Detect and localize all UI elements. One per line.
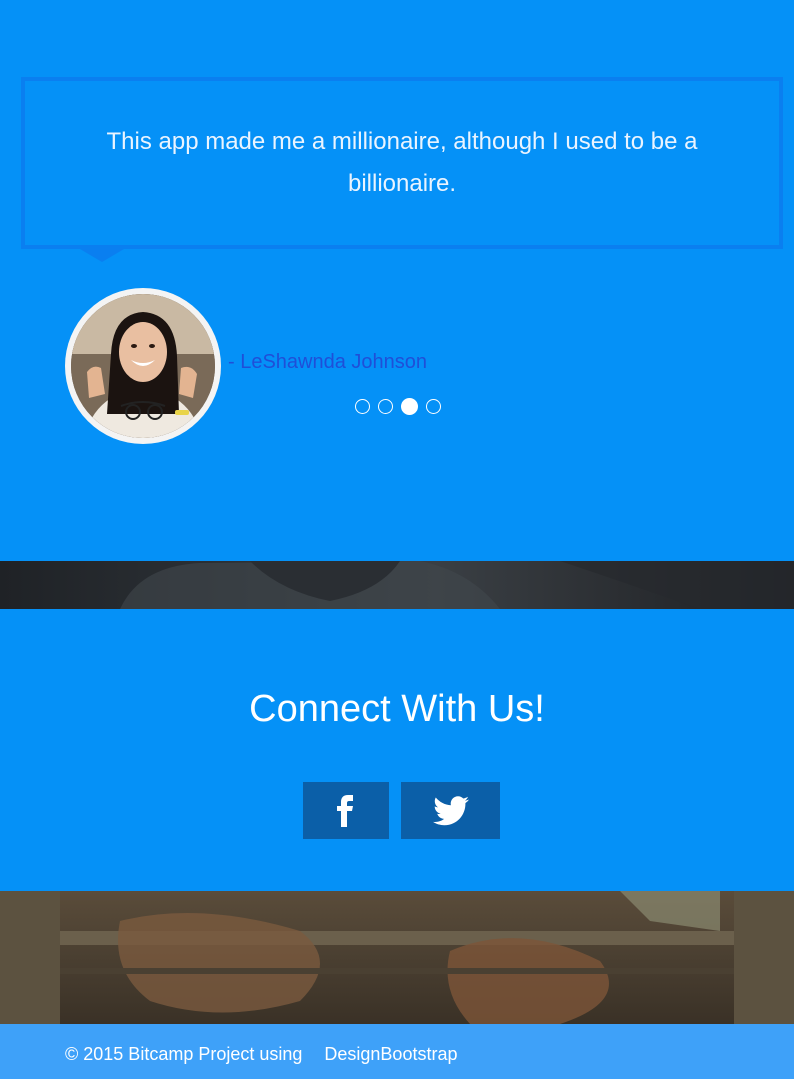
facebook-button[interactable] bbox=[303, 782, 389, 839]
testimonial-author: - LeShawnda Johnson bbox=[228, 351, 428, 373]
quote-box: This app made me a millionaire, although… bbox=[21, 77, 783, 249]
quote-text: This app made me a millionaire, although… bbox=[106, 128, 698, 197]
designbootstrap-link[interactable]: DesignBootstrap bbox=[324, 1044, 457, 1065]
carousel-dot[interactable] bbox=[378, 399, 393, 414]
avatar-photo bbox=[71, 294, 215, 438]
carousel-dot[interactable] bbox=[426, 399, 441, 414]
carousel-indicators bbox=[355, 398, 441, 415]
facebook-icon bbox=[337, 794, 353, 827]
carousel-dot-active[interactable] bbox=[401, 398, 418, 415]
carousel-dot[interactable] bbox=[355, 399, 370, 414]
copyright-text: © 2015 Bitcamp Project using bbox=[65, 1044, 303, 1064]
background-photo-strip bbox=[0, 561, 794, 609]
quote-tail bbox=[80, 249, 124, 262]
avatar bbox=[65, 288, 221, 444]
footer-text: © 2015 Bitcamp Project using DesignBoots… bbox=[65, 1044, 457, 1065]
twitter-button[interactable] bbox=[401, 782, 500, 839]
connect-section bbox=[0, 609, 794, 891]
twitter-icon bbox=[432, 795, 469, 825]
background-fresco-strip bbox=[0, 891, 794, 1024]
connect-title: Connect With Us! bbox=[249, 688, 545, 730]
